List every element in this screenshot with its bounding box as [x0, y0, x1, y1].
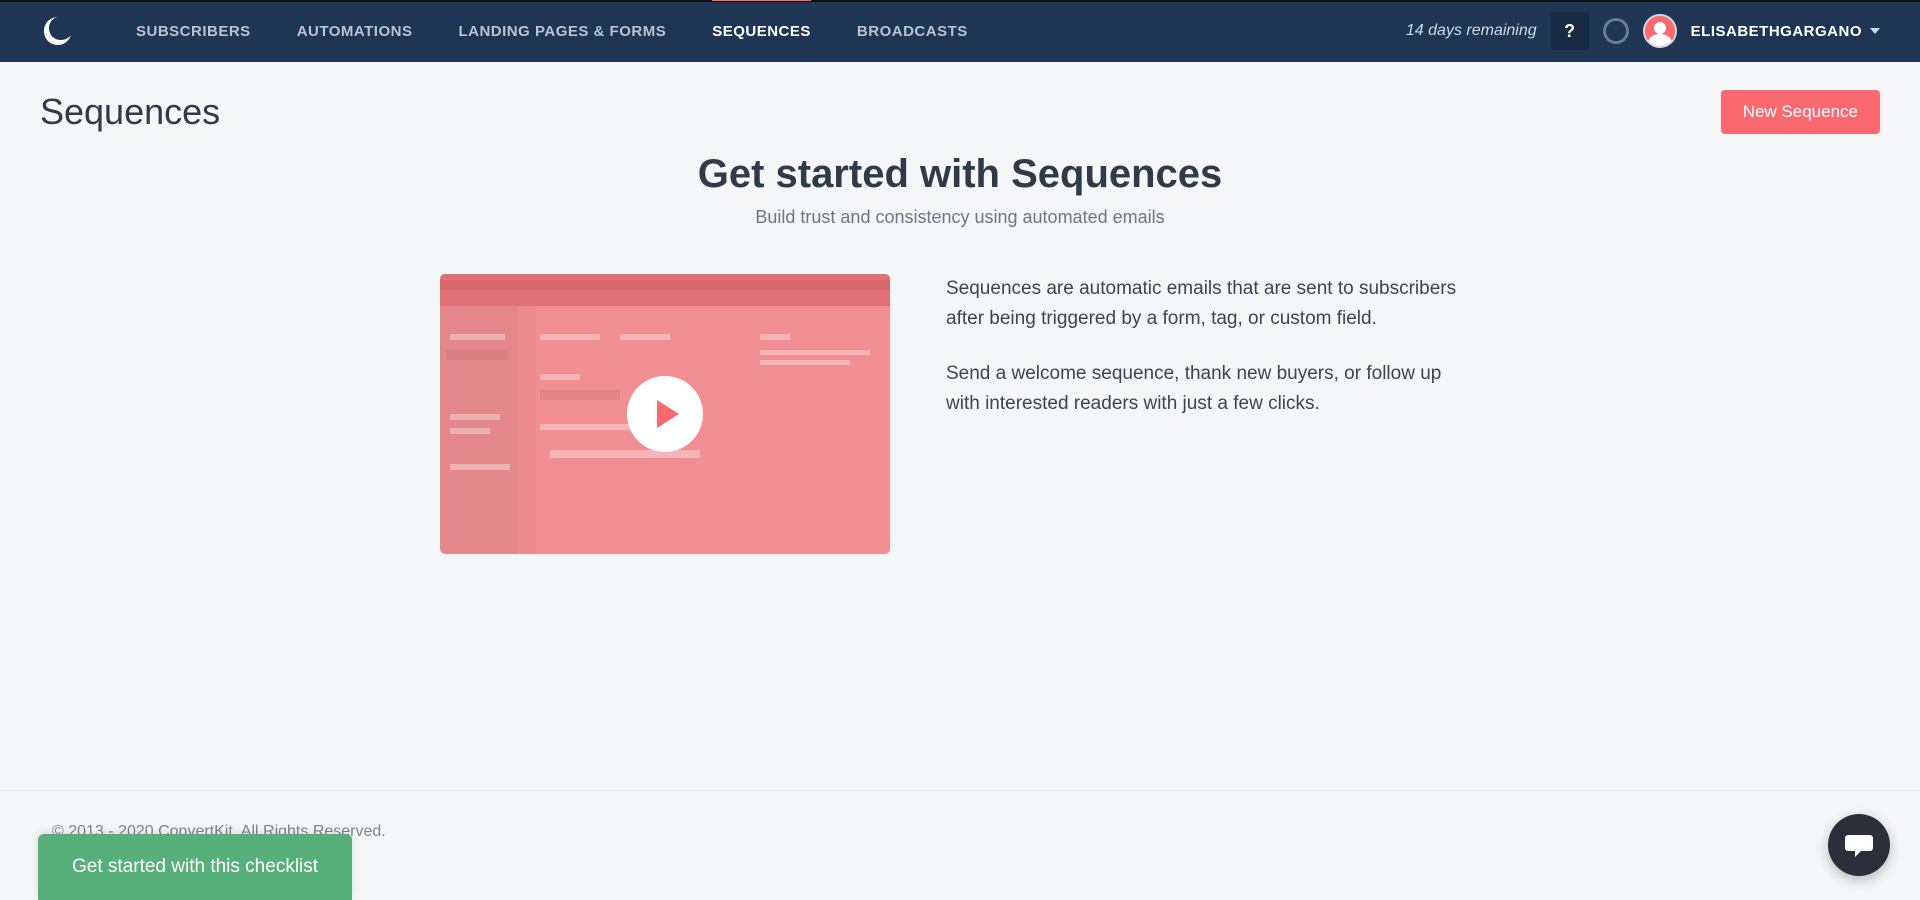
- help-button[interactable]: ?: [1551, 12, 1589, 50]
- thumb-decor: [620, 334, 670, 340]
- top-right-controls: 14 days remaining ? ELISABETHGARGANO: [1406, 12, 1880, 50]
- play-button: [627, 376, 703, 452]
- hero-title: Get started with Sequences: [698, 152, 1223, 197]
- thumb-decor: [518, 306, 536, 554]
- status-ring-icon[interactable]: [1603, 18, 1629, 44]
- thumb-decor: [550, 450, 700, 458]
- thumb-decor: [450, 464, 510, 470]
- new-sequence-button[interactable]: New Sequence: [1721, 90, 1880, 134]
- thumb-decor: [450, 428, 490, 434]
- username-label: ELISABETHGARGANO: [1691, 23, 1862, 40]
- chat-launcher[interactable]: [1828, 814, 1890, 876]
- thumb-decor: [440, 280, 890, 290]
- trial-remaining: 14 days remaining: [1406, 22, 1537, 40]
- nav-sequences[interactable]: SEQUENCES: [712, 0, 811, 62]
- thumb-decor: [440, 274, 890, 306]
- user-menu[interactable]: ELISABETHGARGANO: [1691, 23, 1880, 40]
- thumb-decor: [450, 414, 500, 420]
- nav-items: SUBSCRIBERS AUTOMATIONS LANDING PAGES & …: [136, 0, 968, 62]
- thumb-decor: [540, 334, 600, 340]
- logo-swirl-icon: [40, 13, 76, 49]
- thumb-decor: [540, 374, 580, 380]
- intro-video-thumbnail[interactable]: [440, 274, 890, 554]
- nav-subscribers[interactable]: SUBSCRIBERS: [136, 0, 251, 62]
- brand-logo[interactable]: [40, 13, 76, 49]
- chat-icon: [1844, 831, 1874, 859]
- thumb-decor: [446, 350, 508, 360]
- thumb-decor: [760, 334, 790, 340]
- hero-paragraph-2: Send a welcome sequence, thank new buyer…: [946, 359, 1480, 420]
- thumb-decor: [540, 390, 620, 400]
- top-navigation: SUBSCRIBERS AUTOMATIONS LANDING PAGES & …: [0, 0, 1920, 62]
- thumb-decor: [760, 360, 850, 365]
- checklist-launcher[interactable]: Get started with this checklist: [38, 834, 352, 900]
- chevron-down-icon: [1870, 28, 1880, 34]
- nav-automations[interactable]: AUTOMATIONS: [297, 0, 413, 62]
- hero-section: Get started with Sequences Build trust a…: [0, 144, 1920, 554]
- thumb-decor: [450, 334, 505, 340]
- user-avatar[interactable]: [1643, 14, 1677, 48]
- nav-landing-pages[interactable]: LANDING PAGES & FORMS: [458, 0, 666, 62]
- nav-broadcasts[interactable]: BROADCASTS: [857, 0, 968, 62]
- hero-description: Sequences are automatic emails that are …: [946, 274, 1480, 444]
- page-header: Sequences New Sequence: [0, 62, 1920, 144]
- hero-subtitle: Build trust and consistency using automa…: [755, 207, 1164, 228]
- hero-paragraph-1: Sequences are automatic emails that are …: [946, 274, 1480, 335]
- play-icon: [657, 400, 679, 428]
- hero-row: Sequences are automatic emails that are …: [440, 274, 1480, 554]
- page-title: Sequences: [40, 91, 220, 133]
- thumb-decor: [760, 350, 870, 355]
